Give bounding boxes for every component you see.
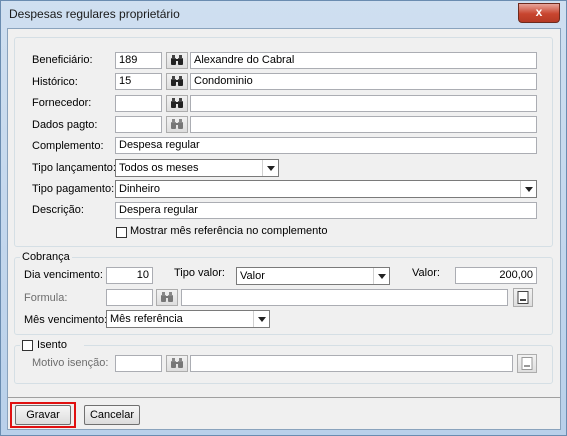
title-bar[interactable]: Despesas regulares proprietário x bbox=[1, 1, 566, 29]
fornecedor-lookup-button[interactable] bbox=[166, 95, 188, 112]
complemento-label: Complemento: bbox=[32, 140, 104, 152]
dados-pagto-label: Dados pagto: bbox=[32, 119, 98, 131]
chevron-down-icon bbox=[253, 311, 269, 327]
tipo-valor-value: Valor bbox=[240, 270, 265, 282]
tipo-lancamento-label: Tipo lançamento: bbox=[32, 162, 116, 174]
tipo-valor-select[interactable]: Valor bbox=[236, 267, 390, 285]
beneficiario-lookup-button[interactable] bbox=[166, 52, 188, 69]
motivo-calc-button[interactable] bbox=[517, 354, 537, 373]
descricao-label: Descrição: bbox=[32, 204, 84, 216]
binoculars-icon bbox=[171, 358, 183, 368]
beneficiario-name-input[interactable]: Alexandre do Cabral bbox=[190, 52, 537, 69]
motivo-name-input[interactable] bbox=[190, 355, 513, 372]
dialog-window: Despesas regulares proprietário x Benefi… bbox=[0, 0, 567, 436]
fornecedor-label: Fornecedor: bbox=[32, 97, 92, 109]
complemento-input[interactable]: Despesa regular bbox=[115, 137, 537, 154]
beneficiario-code-input[interactable]: 189 bbox=[115, 52, 162, 69]
tipo-lancamento-value: Todos os meses bbox=[119, 162, 199, 174]
tipo-pagamento-select[interactable]: Dinheiro bbox=[115, 180, 537, 198]
mes-vencimento-label: Mês vencimento: bbox=[24, 314, 108, 326]
tipo-pagamento-value: Dinheiro bbox=[119, 183, 160, 195]
formula-lookup-button[interactable] bbox=[156, 289, 178, 306]
dados-pagto-code-input[interactable] bbox=[115, 116, 162, 133]
formula-label: Formula: bbox=[24, 292, 68, 304]
binoculars-icon bbox=[171, 119, 183, 129]
cancelar-button[interactable]: Cancelar bbox=[84, 405, 140, 425]
historico-name-input[interactable]: Condominio bbox=[190, 73, 537, 90]
tipo-lancamento-select[interactable]: Todos os meses bbox=[115, 159, 279, 177]
isento-checkbox[interactable] bbox=[22, 340, 33, 351]
binoculars-icon bbox=[171, 55, 183, 65]
isento-label: Isento bbox=[37, 339, 67, 351]
valor-label: Valor: bbox=[412, 267, 440, 279]
historico-lookup-button[interactable] bbox=[166, 73, 188, 90]
gravar-button[interactable]: Gravar bbox=[15, 405, 71, 425]
mes-vencimento-select[interactable]: Mês referência bbox=[106, 310, 270, 328]
motivo-isencao-label: Motivo isenção: bbox=[32, 357, 109, 369]
close-button[interactable]: x bbox=[518, 3, 560, 23]
formula-code-input[interactable] bbox=[106, 289, 153, 306]
chevron-down-icon bbox=[262, 160, 278, 176]
close-icon: x bbox=[535, 5, 543, 19]
formula-calc-button[interactable] bbox=[513, 288, 533, 307]
isento-legend: Isento bbox=[20, 339, 84, 353]
descricao-input[interactable]: Despera regular bbox=[115, 202, 537, 219]
calculator-icon bbox=[517, 291, 529, 304]
button-separator bbox=[8, 397, 560, 398]
binoculars-icon bbox=[171, 76, 183, 86]
fornecedor-code-input[interactable] bbox=[115, 95, 162, 112]
chevron-down-icon bbox=[373, 268, 389, 284]
chevron-down-icon bbox=[520, 181, 536, 197]
binoculars-icon bbox=[171, 98, 183, 108]
dados-pagto-lookup-button[interactable] bbox=[166, 116, 188, 133]
tipo-valor-label: Tipo valor: bbox=[174, 267, 225, 279]
mostrar-mes-checkbox[interactable] bbox=[116, 227, 127, 238]
binoculars-icon bbox=[161, 292, 173, 302]
dia-vencimento-input[interactable]: 10 bbox=[106, 267, 153, 284]
calculator-icon bbox=[521, 357, 533, 370]
window-title: Despesas regulares proprietário bbox=[9, 7, 180, 21]
historico-code-input[interactable]: 15 bbox=[115, 73, 162, 90]
tipo-pagamento-label: Tipo pagamento: bbox=[32, 183, 115, 195]
mes-vencimento-value: Mês referência bbox=[110, 313, 183, 325]
dados-pagto-name-input[interactable] bbox=[190, 116, 537, 133]
motivo-code-input[interactable] bbox=[115, 355, 162, 372]
cobranca-legend: Cobrança bbox=[20, 251, 72, 263]
historico-label: Histórico: bbox=[32, 76, 78, 88]
formula-name-input[interactable] bbox=[181, 289, 508, 306]
dialog-client: Beneficiário: 189 Alexandre do Cabral Hi… bbox=[7, 28, 561, 430]
beneficiario-label: Beneficiário: bbox=[32, 54, 93, 66]
fornecedor-name-input[interactable] bbox=[190, 95, 537, 112]
valor-input[interactable]: 200,00 bbox=[455, 267, 537, 284]
motivo-lookup-button[interactable] bbox=[166, 355, 188, 372]
dia-vencimento-label: Dia vencimento: bbox=[24, 269, 103, 281]
mostrar-mes-label: Mostrar mês referência no complemento bbox=[130, 225, 328, 237]
